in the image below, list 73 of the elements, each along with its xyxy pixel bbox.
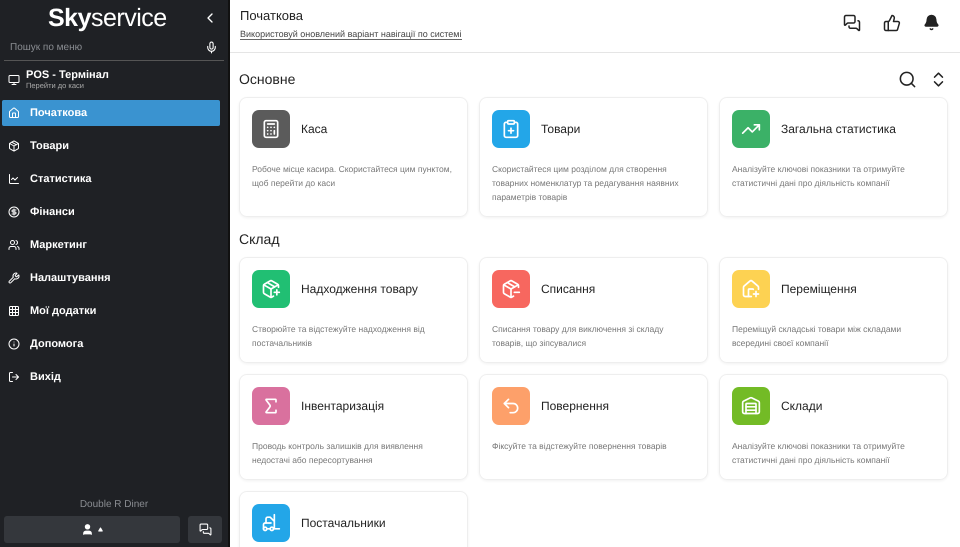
card-description: Фіксуйте та відстежуйте повернення товарів [492,440,668,453]
card-title: Постачальники [301,516,386,530]
menu-item-label: Фінанси [30,206,75,218]
notification-icon[interactable] [923,14,940,31]
menu-item[interactable]: Маркетинг [2,232,220,258]
module-card[interactable]: Переміщення Переміщуй складські товари між складами всередині своєї компанії [719,257,948,363]
card-description: Переміщуй складські товари між складами всередині своєї компанії [732,323,902,350]
page-title: Початкова [240,8,304,23]
menu-item-label: Товари [30,140,69,152]
navigation-link[interactable]: Використовуй оновлений варіант навігації по системі [240,29,462,40]
menu-item-label: Мої додатки [30,305,96,317]
chat-icon [198,523,212,536]
card-description: Списання товару для виключення зі складу товарів, що зіпсувалися [492,323,664,350]
people-icon [8,239,20,251]
menu-item[interactable]: Вихід [2,364,220,390]
box-icon [8,140,20,152]
module-card[interactable]: Надходження товару Створюйте та відстежуйте надходження від постачальників [239,257,468,363]
microphone-icon[interactable] [205,40,218,54]
card-description: Скористайтеся цим розділом для створення товарних номенклатур та редагування наявних параметрів товарів [492,163,680,204]
chart-icon [8,173,20,185]
card-description: Аналізуйте ключові показники та отримуйте статистичні дані про діяльність компанії [732,440,906,467]
pos-title: POS - Термінал [26,69,109,81]
card-title: Товари [541,122,580,136]
menu-item[interactable]: Фінанси [2,199,220,225]
menu-item-label: Маркетинг [30,239,87,251]
module-card[interactable]: Повернення Фіксуйте та відстежуйте повернення товарів [479,374,708,480]
card-title: Переміщення [781,282,857,296]
thumbs-up-icon[interactable] [883,14,901,32]
module-card[interactable]: Склади Аналізуйте ключові показники та отримуйте статистичні дані про діяльність компанії [719,374,948,480]
menu-item[interactable]: Мої додатки [2,298,220,324]
section-title: Склад [239,231,280,247]
caret-icon [98,527,103,532]
exit-icon [8,371,20,383]
user-icon [81,523,94,536]
module-card[interactable]: Товари Скористайтеся цим розділом для створення товарних номенклатур та редагування наявних параметрів товарів [479,97,708,217]
menu-item[interactable]: Допомога [2,331,220,357]
card-title: Списання [541,282,596,296]
dollar-icon [8,206,20,218]
section-title: Основне [239,71,296,87]
card-description: Проводь контроль залишків для виявлення недостачі або пересортування [252,440,424,467]
chat-button[interactable] [188,516,222,543]
card-title: Каса [301,122,328,136]
module-card[interactable]: Списання Списання товару для виключення зі складу товарів, що зіпсувалися [479,257,708,363]
monitor-icon [8,74,20,86]
menu-item[interactable]: Товари [2,133,220,159]
menu-item[interactable]: Налаштування [2,265,220,291]
menu-item[interactable]: Статистика [2,166,220,192]
home-icon [8,107,20,119]
module-card[interactable]: Загальна статистика Аналізуйте ключові показники та отримуйте статистичні дані про діяльність компанії [719,97,948,217]
card-title: Повернення [541,399,609,413]
menu-item-label: Допомога [30,338,84,350]
company-name: Double R Diner [78,499,150,512]
logo: Skyservice [48,4,167,32]
module-card[interactable]: Каса Робоче місце касира. Скористайтеся цим пунктом, щоб перейти до каси [239,97,468,217]
menu-item-label: Вихід [30,371,61,383]
card-title: Склади [781,399,822,413]
card-title: Інвентаризація [301,399,384,413]
grid-icon [8,305,20,317]
menu-item-label: Початкова [30,107,88,119]
menu-item-label: Статистика [30,173,92,185]
menu-search-field[interactable]: Пошук по меню [10,42,205,52]
card-description: Аналізуйте ключові показники та отримуйте статистичні дані про діяльність компанії [732,163,906,190]
card-description: Робоче місце касира. Скористайтеся цим пунктом, щоб перейти до каси [252,163,453,190]
wrench-icon [8,272,20,284]
card-title: Загальна статистика [781,122,896,136]
module-card[interactable]: Інвентаризація Проводь контроль залишків для виявлення недостачі або пересортування [239,374,468,480]
card-title: Надходження товару [301,282,418,296]
module-card[interactable]: Постачальники [239,491,468,547]
search-icon[interactable] [898,70,917,88]
chat-icon[interactable] [843,14,861,32]
menu-item-label: Налаштування [30,272,111,284]
info-icon [8,338,20,350]
card-description: Створюйте та відстежуйте надходження від постачальників [252,323,426,350]
